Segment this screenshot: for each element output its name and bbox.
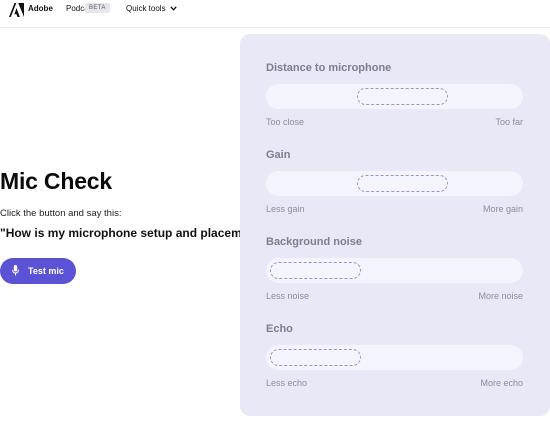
instruction-text: Click the button and say this:	[0, 208, 122, 219]
quick-tools-menu[interactable]: Quick tools	[126, 4, 177, 13]
page-title: Mic Check	[0, 168, 112, 194]
metric-track	[266, 345, 523, 370]
metric-high-label: Too far	[495, 117, 523, 127]
metric-track	[266, 171, 523, 196]
metric-label: Gain	[266, 149, 291, 161]
metric-high-label: More echo	[480, 378, 523, 388]
quick-tools-label: Quick tools	[126, 4, 166, 13]
brand-name-adobe[interactable]: Adobe	[28, 4, 53, 13]
metric-high-label: More gain	[482, 204, 523, 214]
metric-label: Distance to microphone	[266, 62, 392, 74]
metric-label: Background noise	[266, 236, 362, 248]
beta-badge: BETA	[85, 3, 110, 13]
metric-low-label: Less echo	[266, 378, 308, 388]
metric-level-indicator	[357, 175, 448, 192]
chevron-down-icon	[169, 4, 177, 13]
adobe-logo-icon[interactable]	[9, 3, 24, 17]
metric-level-indicator	[270, 262, 361, 279]
metric-level-indicator	[270, 349, 361, 366]
test-mic-button[interactable]: Test mic	[0, 258, 76, 284]
metric-low-label: Too close	[266, 117, 305, 127]
phrase-to-say: "How is my microphone setup and placemen…	[0, 226, 273, 240]
metric-low-label: Less noise	[266, 291, 310, 301]
top-bar: Adobe Podcast BETA Quick tools	[0, 0, 550, 28]
microphone-icon	[12, 264, 19, 278]
metric-label: Echo	[266, 323, 293, 335]
metric-high-label: More noise	[478, 291, 523, 301]
metric-level-indicator	[357, 88, 448, 105]
test-mic-label: Test mic	[28, 266, 64, 276]
mic-check-results-panel: Distance to microphone Too close Too far…	[240, 34, 550, 416]
metric-track	[266, 258, 523, 283]
metric-low-label: Less gain	[266, 204, 305, 214]
metric-track	[266, 84, 523, 109]
